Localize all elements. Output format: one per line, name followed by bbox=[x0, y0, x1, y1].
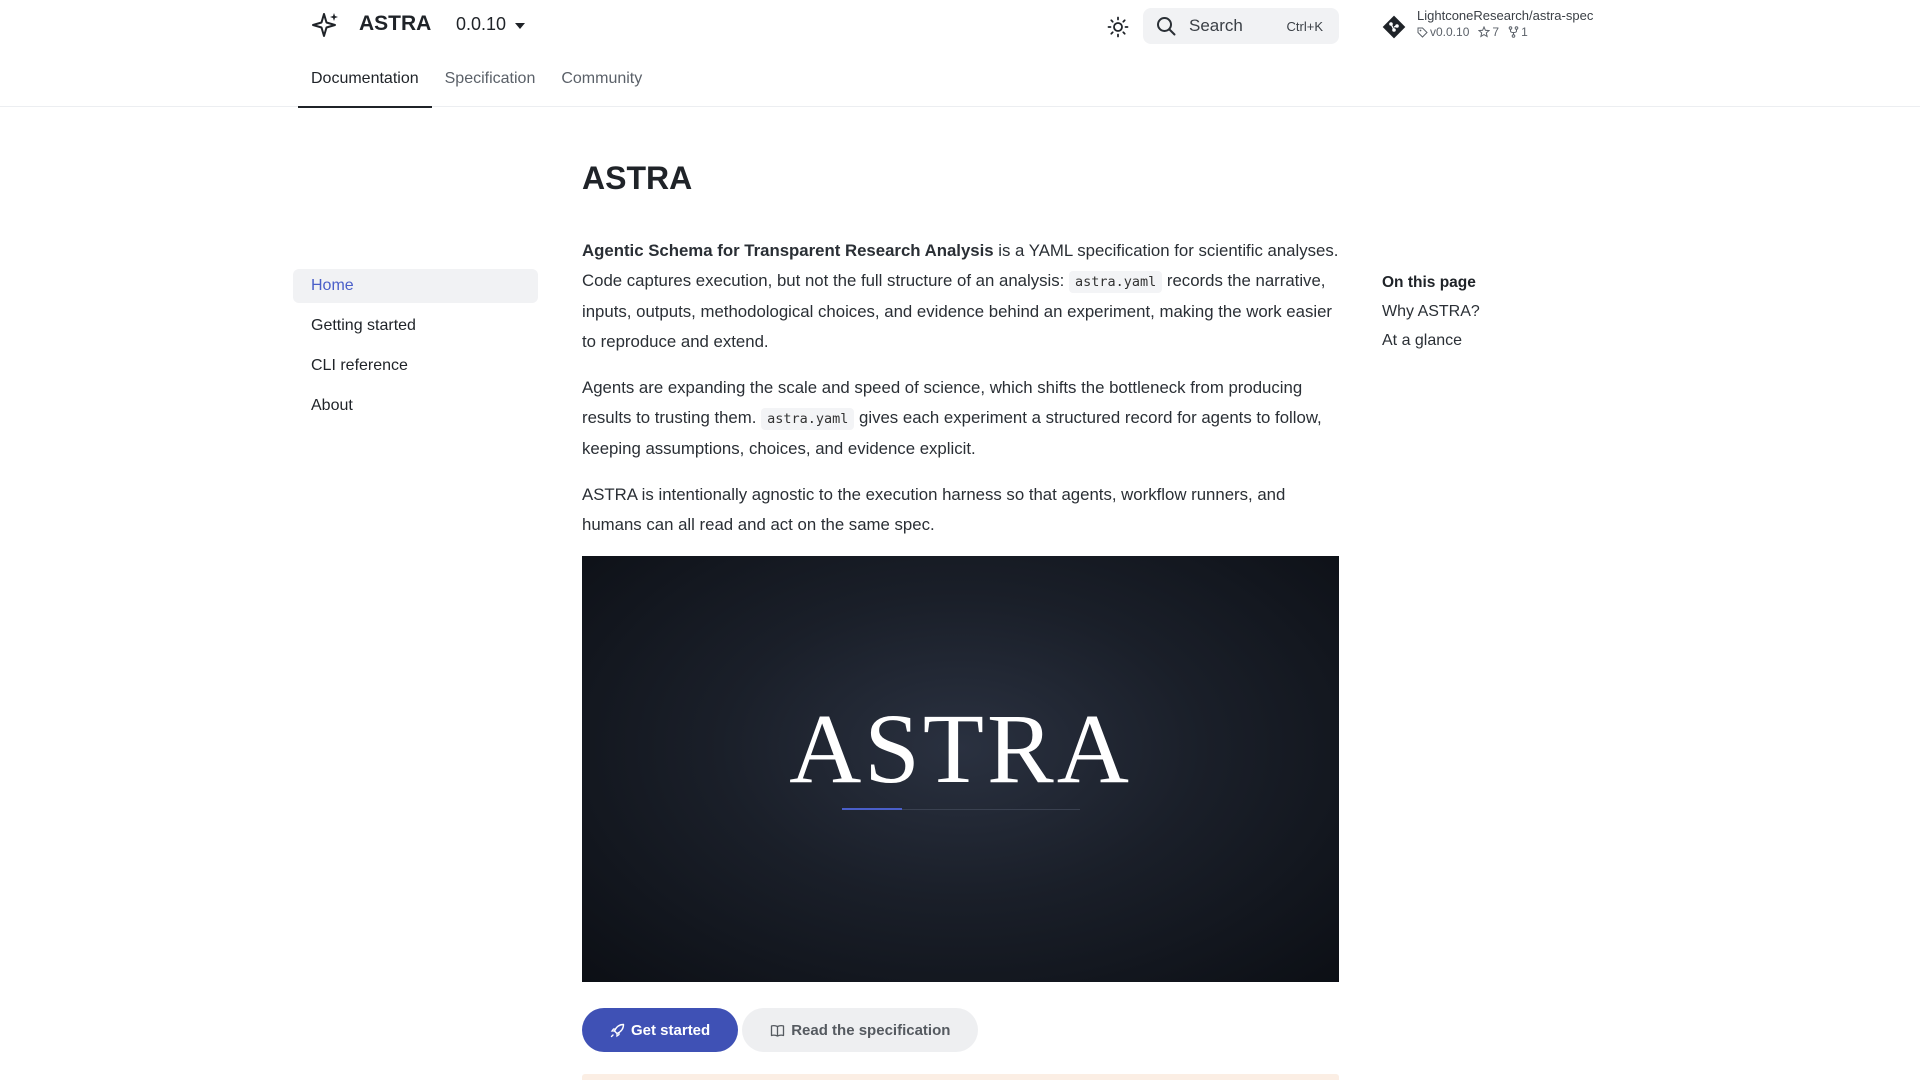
toc-item-why-astra[interactable]: Why ASTRA? bbox=[1382, 303, 1480, 321]
hero-title: ASTRA bbox=[789, 693, 1132, 804]
inline-code: astra.yaml bbox=[1068, 271, 1163, 293]
fork-icon bbox=[1508, 26, 1519, 38]
search-shortcut: Ctrl+K bbox=[1286, 18, 1323, 34]
table-of-contents: On this page Why ASTRA? At a glance bbox=[1382, 274, 1480, 361]
get-started-label: Get started bbox=[631, 1021, 711, 1039]
tag-icon bbox=[1417, 27, 1428, 38]
tab-documentation[interactable]: Documentation bbox=[298, 66, 432, 108]
agents-paragraph: Agents are expanding the scale and speed… bbox=[582, 373, 1339, 464]
inline-code: astra.yaml bbox=[761, 408, 855, 430]
git-icon bbox=[1382, 15, 1406, 39]
repo-name: LightconeResearch/astra-spec bbox=[1417, 8, 1594, 23]
hero-banner: ASTRA bbox=[582, 556, 1339, 982]
sidebar-item-getting-started[interactable]: Getting started bbox=[293, 309, 538, 343]
hero-divider-accent bbox=[842, 808, 902, 810]
repo-tag-label: v0.0.10 bbox=[1430, 25, 1470, 39]
callout-edge bbox=[582, 1074, 1339, 1080]
agnostic-paragraph: ASTRA is intentionally agnostic to the e… bbox=[582, 485, 1286, 534]
version-label: 0.0.10 bbox=[456, 14, 507, 34]
book-icon bbox=[771, 1024, 785, 1037]
sidebar-item-about[interactable]: About bbox=[293, 389, 538, 423]
sidebar-item-home[interactable]: Home bbox=[293, 269, 538, 303]
top-tabs: Documentation Specification Community bbox=[298, 66, 655, 108]
repo-meta: v0.0.10 7 1 bbox=[1417, 25, 1593, 39]
repo-stars: 7 bbox=[1478, 25, 1499, 39]
toc-title: On this page bbox=[1382, 274, 1476, 291]
chevron-down-icon bbox=[515, 22, 526, 29]
star-icon bbox=[1478, 26, 1491, 38]
search-label: Search bbox=[1189, 16, 1243, 35]
read-spec-label: Read the specification bbox=[791, 1021, 951, 1039]
repo-forks: 1 bbox=[1508, 25, 1528, 39]
rocket-icon bbox=[610, 1023, 625, 1037]
sun-icon[interactable] bbox=[1107, 16, 1129, 38]
repo-link[interactable]: LightconeResearch/astra-spec v0.0.10 7 1 bbox=[1381, 8, 1593, 40]
search-button[interactable]: Search Ctrl+K bbox=[1143, 8, 1339, 44]
tab-community[interactable]: Community bbox=[548, 66, 655, 106]
repo-tag: v0.0.10 bbox=[1417, 25, 1469, 39]
search-icon bbox=[1157, 17, 1176, 36]
page-title: ASTRA bbox=[582, 160, 693, 196]
cta-buttons: Get started Read the specification bbox=[582, 1008, 1339, 1052]
intro-paragraph: Agentic Schema for Transparent Research … bbox=[582, 236, 1339, 357]
sidebar-item-cli-reference[interactable]: CLI reference bbox=[293, 349, 538, 383]
repo-stars-count: 7 bbox=[1492, 25, 1500, 39]
sidebar: Home Getting started CLI reference About bbox=[293, 269, 538, 429]
get-started-button[interactable]: Get started bbox=[582, 1008, 739, 1052]
sparkle-icon[interactable] bbox=[310, 11, 340, 41]
read-spec-button[interactable]: Read the specification bbox=[742, 1008, 979, 1052]
site-title[interactable]: ASTRA bbox=[359, 12, 431, 36]
tab-specification[interactable]: Specification bbox=[432, 66, 549, 106]
intro-strong: Agentic Schema for Transparent Research … bbox=[582, 241, 994, 260]
top-header: ASTRA 0.0.10 Search Ctrl+K LightconeRese… bbox=[0, 0, 1920, 108]
toc-item-at-a-glance[interactable]: At a glance bbox=[1382, 332, 1480, 350]
version-selector[interactable]: 0.0.10 bbox=[456, 14, 526, 35]
repo-forks-count: 1 bbox=[1521, 25, 1528, 39]
main-content: ASTRA Agentic Schema for Transparent Res… bbox=[582, 160, 1339, 1052]
